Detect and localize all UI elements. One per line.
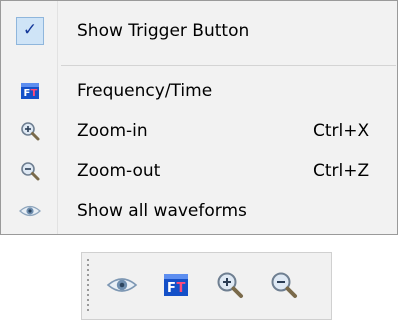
menu-item-zoom-out[interactable]: Zoom-out Ctrl+Z — [1, 156, 397, 186]
checkmark-icon: ✓ — [22, 20, 38, 40]
menu-item-show-all-waveforms[interactable]: Show all waveforms — [1, 196, 397, 226]
menu-item-label: Show all waveforms — [77, 201, 247, 221]
menu-item-shortcut: Ctrl+Z — [313, 161, 370, 181]
menu-item-zoom-in[interactable]: Zoom-in Ctrl+X — [1, 116, 397, 146]
menu-item-label: Zoom-in — [77, 121, 148, 141]
zoom-in-icon — [21, 122, 40, 141]
menu-item-show-trigger-button[interactable]: ✓ Show Trigger Button — [1, 16, 397, 46]
zoom-out-icon — [21, 162, 40, 181]
menu-item-label: Zoom-out — [77, 161, 161, 181]
menu-item-label: Frequency/Time — [77, 81, 213, 101]
menu-item-frequency-time[interactable]: F T Frequency/Time — [1, 76, 397, 106]
svg-text:F: F — [24, 88, 31, 99]
zoom-in-icon[interactable] — [214, 269, 246, 301]
frequency-time-icon: F T — [21, 83, 39, 99]
context-menu: ✓ Show Trigger Button F T Frequency/Time… — [0, 0, 398, 235]
svg-text:T: T — [177, 281, 186, 296]
svg-text:T: T — [31, 88, 38, 99]
eye-icon[interactable] — [106, 269, 138, 301]
svg-text:F: F — [167, 281, 176, 296]
toolbar: F T — [81, 252, 332, 320]
toolbar-grip-handle[interactable] — [87, 259, 89, 313]
checked-indicator: ✓ — [16, 17, 44, 45]
menu-separator — [61, 65, 396, 66]
menu-item-shortcut: Ctrl+X — [313, 121, 370, 141]
menu-item-label: Show Trigger Button — [77, 21, 250, 41]
zoom-out-icon[interactable] — [268, 269, 300, 301]
eye-icon — [19, 205, 41, 217]
frequency-time-icon[interactable]: F T — [160, 269, 192, 301]
